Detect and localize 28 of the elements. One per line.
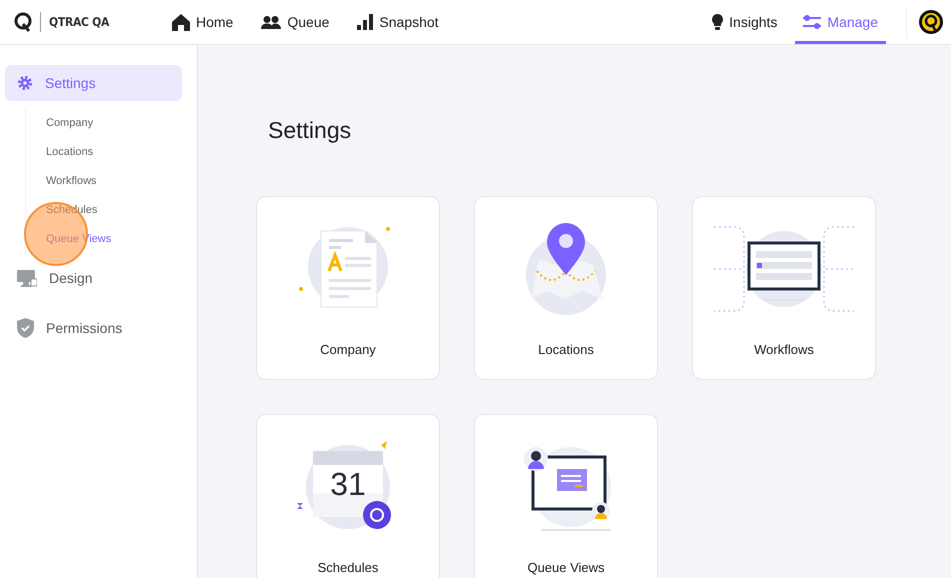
settings-card[interactable]: Company (256, 196, 440, 380)
bulb-icon (712, 14, 724, 30)
settings-card[interactable]: 31 Schedules (256, 414, 440, 578)
page-title: Settings (268, 117, 352, 144)
settings-card[interactable]: Workflows (692, 196, 876, 380)
sidebar-subitem[interactable]: Locations (46, 138, 182, 167)
sidebar-subitem[interactable]: Company (46, 109, 182, 138)
calendar-day: 31 (330, 466, 366, 502)
gear-icon (17, 75, 33, 91)
home-icon (172, 14, 190, 30)
avatar-icon[interactable] (919, 10, 943, 34)
people-icon (261, 16, 282, 28)
sidebar-item[interactable]: Permissions (5, 310, 182, 346)
sidebar-subitem[interactable]: Workflows (46, 167, 182, 196)
nav-tab[interactable]: Insights (704, 0, 786, 44)
nav-tab[interactable]: Queue (253, 0, 338, 44)
monitor-icon (17, 270, 37, 286)
settings-card[interactable]: Locations (474, 196, 658, 380)
logo-icon (14, 12, 32, 32)
sliders-icon (803, 15, 822, 29)
sidebar-item[interactable]: Design (5, 260, 182, 296)
nav-tab[interactable]: Home (164, 0, 242, 44)
sidebar-item[interactable]: Settings (5, 65, 182, 101)
bar-chart-icon (357, 14, 374, 30)
settings-card[interactable]: Queue Views (474, 414, 658, 578)
brand-title: QTRAC QA (49, 15, 110, 29)
nav-tab[interactable]: Snapshot (349, 0, 447, 44)
shield-icon (17, 318, 34, 338)
